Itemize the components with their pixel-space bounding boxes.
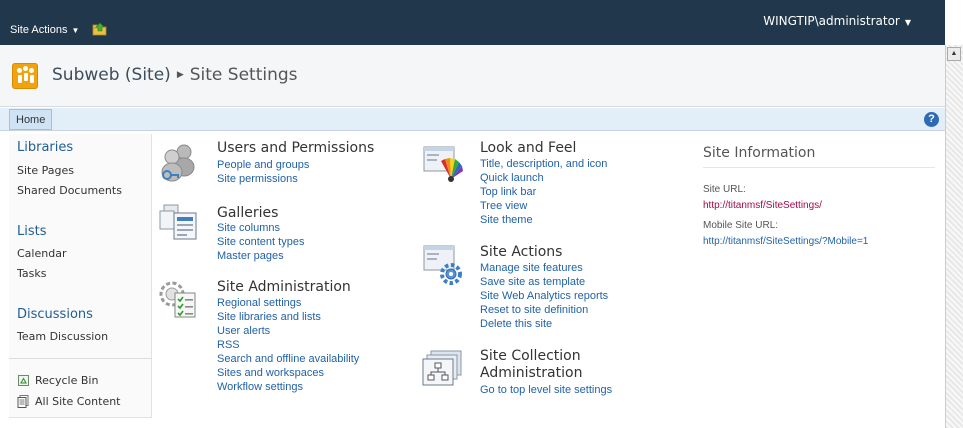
user-name: WINGTIP\administrator bbox=[763, 14, 900, 28]
site-administration-icon bbox=[159, 281, 196, 318]
vertical-scrollbar[interactable] bbox=[945, 45, 963, 428]
all-site-content-icon bbox=[17, 395, 29, 408]
section-galleries: Galleries Site columns Site content type… bbox=[158, 201, 408, 263]
ql-item-site-pages[interactable]: Site Pages bbox=[17, 164, 74, 177]
breadcrumb: Subweb (Site) ▶ Site Settings bbox=[52, 65, 298, 85]
title-area: Subweb (Site) ▶ Site Settings bbox=[0, 45, 945, 107]
link-sites-and-workspaces[interactable]: Sites and workspaces bbox=[217, 366, 324, 380]
link-search-and-offline-availability[interactable]: Search and offline availability bbox=[217, 352, 359, 366]
link-delete-this-site[interactable]: Delete this site bbox=[480, 317, 552, 331]
ql-heading-libraries[interactable]: Libraries bbox=[17, 140, 73, 155]
recycle-bin-icon bbox=[18, 375, 29, 386]
link-site-web-analytics-reports[interactable]: Site Web Analytics reports bbox=[480, 289, 608, 303]
section-site-collection-administration: Site Collection Administration Go to top… bbox=[421, 349, 691, 399]
breadcrumb-site-link[interactable]: Subweb (Site) bbox=[52, 65, 171, 85]
page-title: Site Settings bbox=[189, 65, 298, 85]
section-title: Look and Feel bbox=[480, 140, 577, 156]
link-top-link-bar[interactable]: Top link bar bbox=[480, 185, 536, 199]
galleries-icon bbox=[159, 204, 197, 240]
link-site-columns[interactable]: Site columns bbox=[217, 221, 280, 235]
section-title-line2: Administration bbox=[480, 365, 583, 381]
link-user-alerts[interactable]: User alerts bbox=[217, 324, 270, 338]
site-logo-icon bbox=[12, 63, 38, 89]
breadcrumb-arrow-icon: ▶ bbox=[176, 70, 184, 80]
link-title-description-icon[interactable]: Title, description, and icon bbox=[480, 157, 607, 171]
scroll-up-arrow-icon[interactable]: ▲ bbox=[947, 47, 961, 61]
help-icon[interactable]: ? bbox=[924, 112, 939, 127]
section-title: Site Administration bbox=[217, 279, 351, 295]
link-tree-view[interactable]: Tree view bbox=[480, 199, 527, 213]
section-title: Site Actions bbox=[480, 244, 563, 260]
link-workflow-settings[interactable]: Workflow settings bbox=[217, 380, 303, 394]
mobile-site-url-link[interactable]: http://titanmsf/SiteSettings/?Mobile=1 bbox=[703, 236, 935, 247]
chevron-down-icon: ▼ bbox=[71, 26, 80, 35]
site-information-panel: Site Information Site URL: http://titanm… bbox=[703, 145, 935, 247]
link-manage-site-features[interactable]: Manage site features bbox=[480, 261, 583, 275]
divider bbox=[9, 358, 152, 359]
top-bar: Site Actions ▼ WINGTIP\administrator ▼ bbox=[0, 0, 945, 45]
section-site-actions: Site Actions Manage site features Save s… bbox=[421, 244, 691, 336]
all-site-content-link[interactable]: All Site Content bbox=[17, 395, 121, 408]
section-users-and-permissions: Users and Permissions People and groups … bbox=[158, 141, 408, 191]
ql-item-shared-documents[interactable]: Shared Documents bbox=[17, 184, 122, 197]
site-actions-label: Site Actions bbox=[10, 24, 68, 36]
top-navigation: Home ? bbox=[0, 108, 945, 131]
user-menu[interactable]: WINGTIP\administrator ▼ bbox=[763, 14, 911, 28]
link-regional-settings[interactable]: Regional settings bbox=[217, 296, 301, 310]
navigate-up-icon[interactable] bbox=[92, 22, 108, 36]
site-actions-icon bbox=[423, 245, 462, 285]
link-site-permissions[interactable]: Site permissions bbox=[217, 172, 298, 186]
mobile-site-url-label: Mobile Site URL: bbox=[703, 220, 779, 231]
section-look-and-feel: Look and Feel Title, description, and ic… bbox=[421, 141, 691, 231]
link-site-content-types[interactable]: Site content types bbox=[217, 235, 304, 249]
site-url-link[interactable]: http://titanmsf/SiteSettings/ bbox=[703, 200, 935, 211]
chevron-down-icon: ▼ bbox=[904, 18, 911, 27]
section-site-administration: Site Administration Regional settings Si… bbox=[158, 279, 408, 395]
site-information-title: Site Information bbox=[703, 145, 935, 168]
link-quick-launch[interactable]: Quick launch bbox=[480, 171, 544, 185]
site-actions-menu[interactable]: Site Actions ▼ bbox=[10, 24, 79, 36]
site-url-label: Site URL: bbox=[703, 184, 746, 195]
ql-item-calendar[interactable]: Calendar bbox=[17, 247, 66, 260]
site-collection-icon bbox=[422, 350, 462, 386]
section-title: Galleries bbox=[217, 205, 279, 221]
quick-launch: Libraries Site Pages Shared Documents Li… bbox=[9, 134, 152, 418]
link-site-theme[interactable]: Site theme bbox=[480, 213, 533, 227]
recycle-bin-link[interactable]: Recycle Bin bbox=[17, 374, 98, 387]
link-people-and-groups[interactable]: People and groups bbox=[217, 158, 309, 172]
all-site-content-label: All Site Content bbox=[35, 395, 121, 408]
section-title-line1: Site Collection bbox=[480, 348, 581, 364]
section-title: Users and Permissions bbox=[217, 140, 375, 156]
users-icon bbox=[161, 144, 195, 182]
link-go-to-top-level-site-settings[interactable]: Go to top level site settings bbox=[480, 383, 612, 397]
link-save-site-as-template[interactable]: Save site as template bbox=[480, 275, 585, 289]
link-rss[interactable]: RSS bbox=[217, 338, 240, 352]
link-master-pages[interactable]: Master pages bbox=[217, 249, 284, 263]
ql-heading-lists[interactable]: Lists bbox=[17, 224, 47, 239]
look-and-feel-icon bbox=[423, 146, 463, 182]
link-site-libraries-and-lists[interactable]: Site libraries and lists bbox=[217, 310, 321, 324]
ql-heading-discussions[interactable]: Discussions bbox=[17, 307, 93, 322]
link-reset-to-site-definition[interactable]: Reset to site definition bbox=[480, 303, 588, 317]
tab-home[interactable]: Home bbox=[9, 109, 53, 130]
ql-item-tasks[interactable]: Tasks bbox=[17, 267, 46, 280]
recycle-bin-label: Recycle Bin bbox=[35, 374, 99, 387]
ql-item-team-discussion[interactable]: Team Discussion bbox=[17, 330, 108, 343]
